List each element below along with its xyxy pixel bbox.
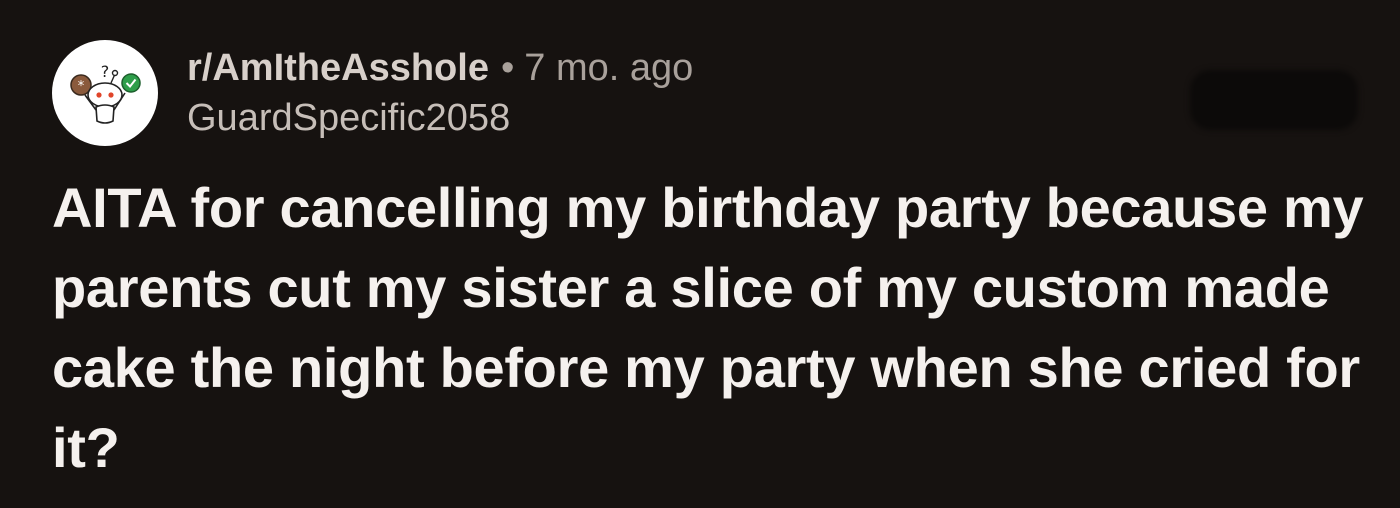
user-avatar[interactable]: * ? [52, 40, 158, 146]
snoo-avatar-icon: * ? [70, 62, 141, 124]
post-header: * ? r/AmItheAsshole • 7 mo. ago GuardSpe… [52, 40, 693, 146]
post-age: 7 mo. ago [524, 47, 694, 89]
svg-text:?: ? [101, 62, 110, 81]
subreddit-link[interactable]: r/AmItheAsshole [187, 45, 489, 91]
post-title[interactable]: AITA for cancelling my birthday party be… [52, 168, 1372, 488]
redacted-region [1190, 70, 1358, 130]
meta-separator: • [500, 47, 515, 89]
author-link[interactable]: GuardSpecific2058 [187, 95, 693, 141]
post-meta: r/AmItheAsshole • 7 mo. ago GuardSpecifi… [187, 40, 693, 146]
svg-text:*: * [78, 79, 85, 94]
post-meta-top: r/AmItheAsshole • 7 mo. ago [187, 45, 693, 91]
